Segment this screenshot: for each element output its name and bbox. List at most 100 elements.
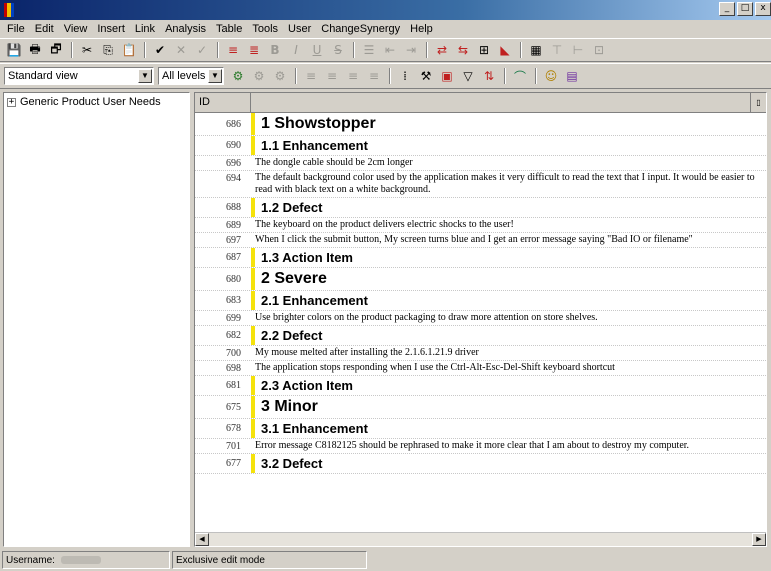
level-select[interactable]: All levels ▼ xyxy=(158,67,224,85)
requirement-text[interactable]: Use brighter colors on the product packa… xyxy=(251,311,766,325)
heading-row[interactable]: 678 3.1 Enhancement xyxy=(195,419,766,439)
heading-row[interactable]: 686 1 Showstopper xyxy=(195,113,766,136)
heading-row[interactable]: 683 2.1 Enhancement xyxy=(195,291,766,311)
menu-tools[interactable]: Tools xyxy=(247,23,283,35)
requirement-row[interactable]: 701 Error message C8182125 should be reph… xyxy=(195,439,766,454)
report-icon[interactable]: ▣ xyxy=(437,67,457,85)
heading-text[interactable]: 2.1 Enhancement xyxy=(251,291,766,310)
horizontal-scrollbar[interactable]: ◀ ▶ xyxy=(195,532,766,546)
heading-text[interactable]: 2.2 Defect xyxy=(251,326,766,345)
link-props-icon[interactable]: ⊞ xyxy=(474,41,494,59)
requirement-text[interactable]: My mouse melted after installing the 2.1… xyxy=(251,346,766,360)
accept-icon[interactable]: ✓ xyxy=(192,41,212,59)
requirement-row[interactable]: 700 My mouse melted after installing the … xyxy=(195,346,766,361)
filter-edit-icon[interactable]: ⚙ xyxy=(228,67,248,85)
paste-icon[interactable]: 📋 xyxy=(119,41,139,59)
navigate-icon[interactable]: ⌒ xyxy=(510,67,530,85)
table-split-icon[interactable]: ⊢ xyxy=(568,41,588,59)
menu-changesynergy[interactable]: ChangeSynergy xyxy=(316,23,405,35)
menu-analysis[interactable]: Analysis xyxy=(160,23,211,35)
cut-icon[interactable]: ✂ xyxy=(77,41,97,59)
view-select[interactable]: Standard view ▼ xyxy=(4,67,154,85)
indent-icon[interactable]: ⇥ xyxy=(401,41,421,59)
heading-row[interactable]: 682 2.2 Defect xyxy=(195,326,766,346)
chevron-down-icon[interactable]: ▼ xyxy=(208,69,222,83)
menu-table[interactable]: Table xyxy=(211,23,247,35)
heading-text[interactable]: 1.3 Action Item xyxy=(251,248,766,267)
menu-link[interactable]: Link xyxy=(130,23,160,35)
sort-icon[interactable]: ⇅ xyxy=(479,67,499,85)
chevron-down-icon[interactable]: ▼ xyxy=(138,69,152,83)
delete-icon[interactable]: ✕ xyxy=(171,41,191,59)
outline-icon[interactable]: ⁞ xyxy=(395,67,415,85)
id-column-header[interactable]: ID xyxy=(195,93,251,112)
insert-row-icon[interactable]: ≡ xyxy=(223,41,243,59)
requirement-row[interactable]: 697 When I click the submit button, My sc… xyxy=(195,233,766,248)
save-icon[interactable]: 💾 xyxy=(4,41,24,59)
view-definition-icon[interactable]: ▤ xyxy=(562,67,582,85)
requirement-row[interactable]: 698 The application stops responding when… xyxy=(195,361,766,376)
requirement-text[interactable]: Error message C8182125 should be rephras… xyxy=(251,439,766,453)
underline-icon[interactable]: U xyxy=(307,41,327,59)
table-icon[interactable]: ▦ xyxy=(526,41,546,59)
heading-text[interactable]: 1.2 Defect xyxy=(251,198,766,217)
requirement-row[interactable]: 699 Use brighter colors on the product pa… xyxy=(195,311,766,326)
maximize-button[interactable]: □ xyxy=(737,2,753,16)
heading-row[interactable]: 690 1.1 Enhancement xyxy=(195,136,766,156)
requirement-text[interactable]: The application stops responding when I … xyxy=(251,361,766,375)
traceability-icon[interactable]: ◣ xyxy=(495,41,515,59)
menu-file[interactable]: File xyxy=(2,23,30,35)
close-button[interactable]: x xyxy=(755,2,771,16)
requirement-row[interactable]: 696 The dongle cable should be 2cm longer xyxy=(195,156,766,171)
heading-text[interactable]: 2 Severe xyxy=(251,268,766,290)
heading-row[interactable]: 688 1.2 Defect xyxy=(195,198,766,218)
tree-node-root[interactable]: + Generic Product User Needs xyxy=(7,96,186,108)
requirement-text[interactable]: The default background color used by the… xyxy=(251,171,766,197)
heading-text[interactable]: 2.3 Action Item xyxy=(251,376,766,395)
menu-edit[interactable]: Edit xyxy=(30,23,59,35)
heading-text[interactable]: 3.2 Defect xyxy=(251,454,766,473)
requirement-text[interactable]: The keyboard on the product delivers ele… xyxy=(251,218,766,232)
align-right-icon[interactable]: ≡ xyxy=(343,67,363,85)
properties-icon[interactable]: 🗗 xyxy=(46,41,66,59)
tools-icon[interactable]: ⚒ xyxy=(416,67,436,85)
scroll-left-icon[interactable]: ◀ xyxy=(195,533,209,546)
menu-user[interactable]: User xyxy=(283,23,316,35)
minimize-button[interactable]: _ xyxy=(719,2,735,16)
filter-icon-2[interactable]: ⚙ xyxy=(249,67,269,85)
filter-funnel-icon[interactable]: ▽ xyxy=(458,67,478,85)
italic-icon[interactable]: I xyxy=(286,41,306,59)
text-column-header[interactable] xyxy=(251,93,750,112)
spellcheck-icon[interactable]: ✔ xyxy=(150,41,170,59)
insert-child-icon[interactable]: ≣ xyxy=(244,41,264,59)
menu-help[interactable]: Help xyxy=(405,23,438,35)
heading-text[interactable]: 3.1 Enhancement xyxy=(251,419,766,438)
requirement-text[interactable]: The dongle cable should be 2cm longer xyxy=(251,156,766,170)
strikethrough-icon[interactable]: S xyxy=(328,41,348,59)
heading-row[interactable]: 677 3.2 Defect xyxy=(195,454,766,474)
heading-text[interactable]: 1.1 Enhancement xyxy=(251,136,766,155)
heading-row[interactable]: 675 3 Minor xyxy=(195,396,766,419)
user-icon[interactable]: ☺ xyxy=(541,67,561,85)
requirement-row[interactable]: 694 The default background color used by … xyxy=(195,171,766,198)
scroll-right-icon[interactable]: ▶ xyxy=(752,533,766,546)
align-left-icon[interactable]: ≡ xyxy=(301,67,321,85)
link-out-icon[interactable]: ⇄ xyxy=(432,41,452,59)
table-insert-icon[interactable]: ⊤ xyxy=(547,41,567,59)
justify-icon[interactable]: ≡ xyxy=(364,67,384,85)
expand-icon[interactable]: + xyxy=(7,97,16,107)
heading-row[interactable]: 687 1.3 Action Item xyxy=(195,248,766,268)
outdent-icon[interactable]: ⇤ xyxy=(380,41,400,59)
link-in-icon[interactable]: ⇆ xyxy=(453,41,473,59)
requirement-text[interactable]: When I click the submit button, My scree… xyxy=(251,233,766,247)
bold-icon[interactable]: B xyxy=(265,41,285,59)
menu-view[interactable]: View xyxy=(59,23,93,35)
copy-icon[interactable]: ⎘ xyxy=(98,41,118,59)
filter-icon-3[interactable]: ⚙ xyxy=(270,67,290,85)
bullet-list-icon[interactable]: ☰ xyxy=(359,41,379,59)
menu-insert[interactable]: Insert xyxy=(92,23,130,35)
align-center-icon[interactable]: ≡ xyxy=(322,67,342,85)
heading-row[interactable]: 680 2 Severe xyxy=(195,268,766,291)
heading-row[interactable]: 681 2.3 Action Item xyxy=(195,376,766,396)
requirement-row[interactable]: 689 The keyboard on the product delivers … xyxy=(195,218,766,233)
